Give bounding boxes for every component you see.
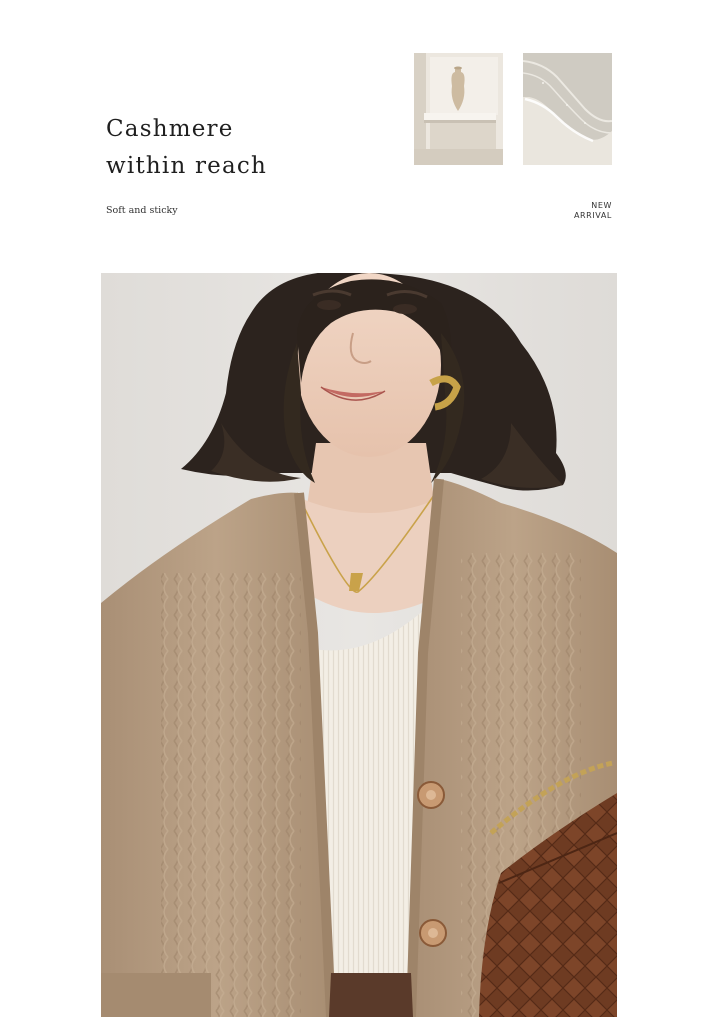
new-arrival-badge: NEW ARRIVAL (574, 201, 612, 221)
headline: Cashmere within reach (106, 111, 267, 185)
badge-line-1: NEW (591, 201, 612, 210)
badge-line-2: ARRIVAL (573, 211, 612, 220)
vase-niche-thumbnail (414, 53, 503, 165)
tagline: Soft and sticky (106, 205, 178, 216)
model-cardigan-photo (101, 273, 617, 1017)
headline-line-2: within reach (106, 153, 267, 180)
headline-line-1: Cashmere (106, 116, 234, 143)
wave-texture-thumbnail (523, 53, 612, 165)
